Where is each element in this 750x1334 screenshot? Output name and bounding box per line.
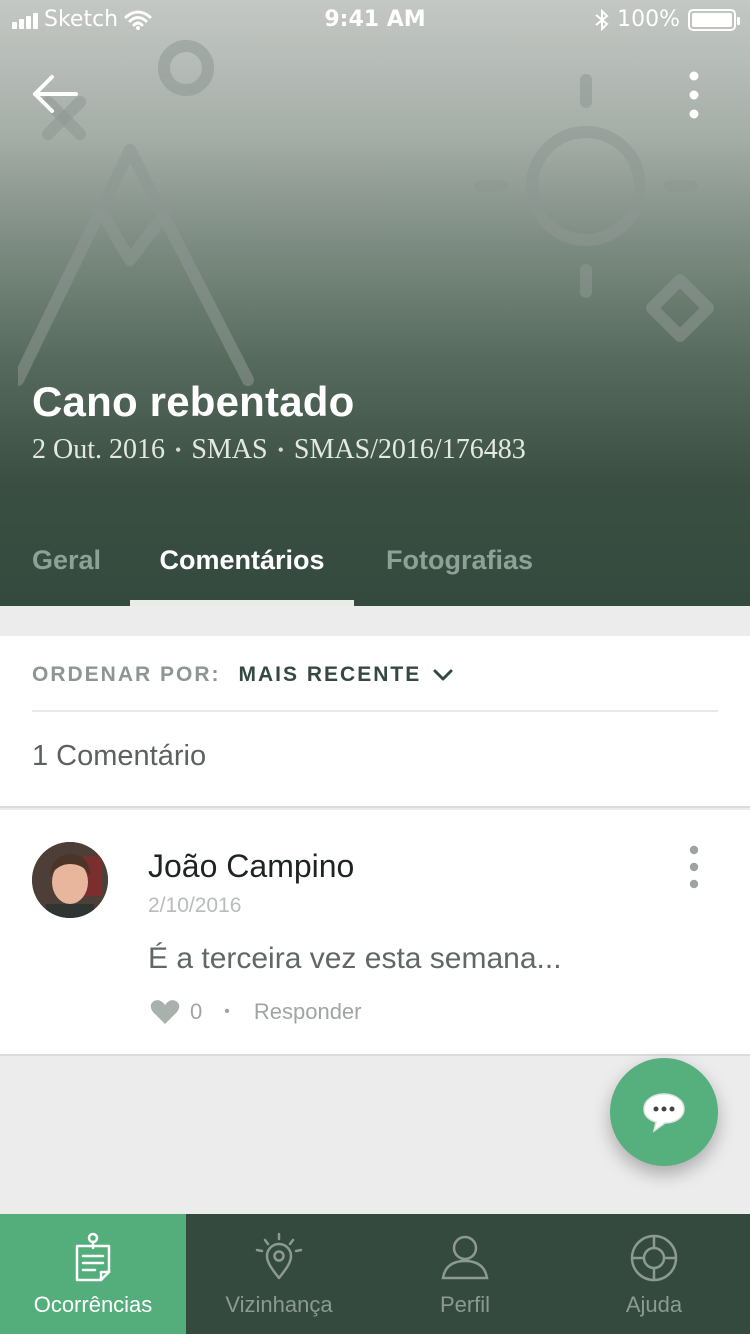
tab-bar: Geral Comentários Fotografias [0, 530, 750, 606]
heart-icon [150, 1000, 180, 1024]
nav-label: Vizinhança [225, 1292, 333, 1317]
placeholder-landscape-illustration [18, 40, 714, 386]
comment-item: João Campino 2/10/2016 É a terceira vez … [0, 810, 750, 1056]
user-photo-icon [32, 842, 108, 918]
sort-label: ORDENAR POR: [32, 663, 221, 686]
tab-fotografias[interactable]: Fotografias [386, 530, 533, 606]
nav-ajuda[interactable]: Ajuda [558, 1214, 750, 1334]
bluetooth-icon [595, 8, 609, 31]
comment-author[interactable]: João Campino [148, 848, 354, 885]
occurrence-date: 2 Out. 2016 [32, 434, 165, 465]
sort-row: ORDENAR POR: MAIS RECENTE [32, 658, 453, 692]
comment-actions: 0 • Responder [150, 996, 362, 1028]
location-pin-icon [255, 1232, 303, 1280]
active-tab-indicator [130, 600, 354, 606]
status-bar: Sketch 9:41 AM 100% [0, 0, 750, 40]
comment-text: É a terceira vez esta semana... [148, 942, 562, 975]
arrow-left-icon [33, 75, 78, 113]
sort-dropdown[interactable]: MAIS RECENTE [239, 663, 454, 687]
tab-geral[interactable]: Geral [32, 530, 101, 606]
occurrence-entity: SMAS [191, 434, 268, 465]
reply-button[interactable]: Responder [254, 999, 362, 1025]
sort-value: MAIS RECENTE [238, 663, 422, 686]
nav-label: Ocorrências [33, 1292, 153, 1317]
avatar[interactable] [32, 842, 108, 918]
battery-icon [688, 8, 740, 31]
occurrence-meta: 2 Out. 2016 • SMAS • SMAS/2016/176483 [32, 434, 526, 466]
comment-options-button[interactable] [678, 844, 710, 890]
sort-card: ORDENAR POR: MAIS RECENTE 1 Comentário [0, 636, 750, 808]
chat-bubble-icon [643, 1093, 685, 1133]
nav-vizinhanca[interactable]: Vizinhança [186, 1214, 372, 1334]
nav-perfil[interactable]: Perfil [372, 1214, 558, 1334]
more-vertical-icon [689, 845, 699, 889]
like-count: 0 [190, 999, 203, 1024]
occurrence-reference: SMAS/2016/176483 [293, 434, 526, 465]
occurrence-title: Cano rebentado [32, 378, 355, 425]
back-button[interactable] [30, 72, 80, 116]
more-options-button[interactable] [678, 70, 710, 120]
lifebuoy-icon [630, 1234, 678, 1282]
add-comment-button[interactable] [610, 1058, 718, 1166]
bottom-navigation: Ocorrências Vizinhança Perfil Ajuda [0, 1214, 750, 1334]
comments-count: 1 Comentário [32, 740, 207, 772]
person-icon [441, 1235, 489, 1280]
like-button[interactable]: 0 [150, 999, 202, 1025]
comment-date: 2/10/2016 [148, 894, 242, 917]
report-icon [75, 1232, 111, 1282]
divider [0, 806, 750, 808]
header: Sketch 9:41 AM 100% Cano rebentado 2 Out… [0, 0, 750, 606]
nav-ocorrencias[interactable]: Ocorrências [0, 1214, 186, 1334]
tab-comentarios[interactable]: Comentários [130, 530, 354, 606]
more-vertical-icon [689, 71, 699, 119]
divider [32, 710, 718, 712]
chevron-down-icon [433, 669, 453, 681]
meta-separator: • [175, 439, 182, 460]
nav-label: Ajuda [625, 1292, 683, 1317]
nav-label: Perfil [439, 1292, 491, 1317]
action-separator: • [224, 1003, 230, 1020]
meta-separator: • [277, 439, 284, 460]
battery-percentage: 100% [617, 7, 680, 32]
